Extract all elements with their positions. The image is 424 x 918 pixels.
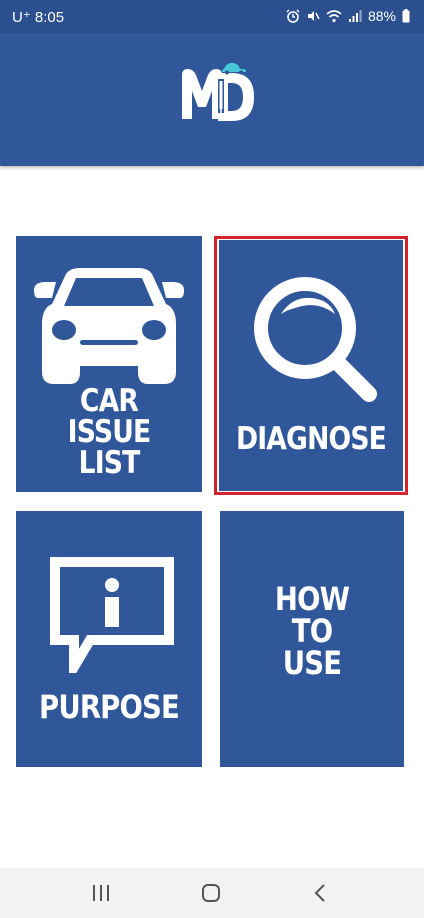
navigation-bar	[0, 868, 424, 918]
status-left: U⁺ 8:05	[12, 8, 64, 26]
magnifier-icon	[254, 277, 377, 402]
diagnose-tile-body: DIAGNOSE	[219, 240, 403, 491]
how-to-use-label: HOW TO USE	[233, 583, 391, 679]
mute-icon	[307, 11, 320, 21]
status-bar: U⁺ 8:05 88%	[0, 0, 424, 33]
clock: 8:05	[34, 9, 65, 26]
how-to-use-line-1: HOW	[274, 580, 350, 618]
battery-percent: 88%	[367, 8, 396, 24]
car-issue-list-line-1: CAR	[79, 383, 139, 419]
recent-apps-icon[interactable]	[88, 882, 114, 904]
back-icon[interactable]	[308, 882, 334, 904]
diagnose-label: DIAGNOSE	[235, 421, 387, 457]
status-right: 88%	[286, 8, 410, 24]
wifi-icon	[326, 10, 342, 23]
home-icon[interactable]	[198, 882, 224, 904]
app-logo	[182, 63, 254, 121]
how-to-use-line-2: TO	[291, 612, 333, 650]
diagnose-button[interactable]: DIAGNOSE	[214, 236, 408, 495]
car-issue-list-line-2: ISSUE	[67, 414, 152, 450]
car-issue-list-line-3: LIST	[78, 445, 141, 481]
how-to-use-line-3: USE	[282, 644, 342, 682]
signal-icon	[348, 10, 362, 22]
how-to-use-button[interactable]: HOW TO USE	[220, 511, 404, 767]
purpose-button[interactable]: PURPOSE	[16, 511, 202, 767]
car-icon	[34, 268, 184, 384]
logo-text: MD	[0, 33, 1, 34]
alarm-icon	[286, 9, 300, 23]
info-speech-bubble-icon	[50, 557, 174, 673]
car-issue-list-button[interactable]: CAR ISSUE LIST	[16, 236, 202, 492]
purpose-label: PURPOSE	[39, 688, 180, 726]
carrier-label: U⁺	[12, 9, 31, 26]
car-issue-list-label: CAR ISSUE LIST	[29, 386, 189, 479]
battery-icon	[402, 9, 410, 23]
app-header: MD	[0, 33, 424, 166]
